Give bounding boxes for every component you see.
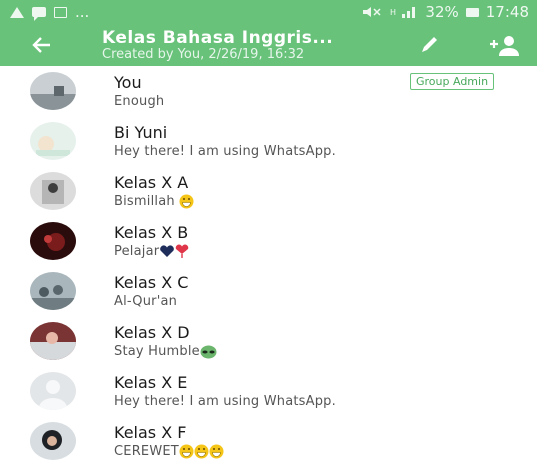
avatar — [30, 272, 76, 310]
participant-name: Kelas X D — [114, 323, 190, 342]
grin-emoji-icon — [209, 444, 224, 459]
status-bar-more: ... — [75, 3, 90, 21]
participant-status: Hey there! I am using WhatsApp. — [114, 144, 336, 159]
avatar — [30, 422, 76, 460]
participant-name: Bi Yuni — [114, 123, 168, 142]
participant-name: Kelas X F — [114, 423, 187, 442]
red-heart-icon — [176, 244, 189, 258]
participant-row[interactable]: You Enough Group Admin — [0, 66, 537, 116]
participant-status: Hey there! I am using WhatsApp. — [114, 394, 336, 409]
participant-status: Pelajar — [114, 244, 189, 259]
avatar — [30, 72, 76, 110]
participant-row[interactable]: Kelas X D Stay Humble — [0, 316, 537, 366]
avatar — [30, 122, 76, 160]
participant-name: Kelas X E — [114, 373, 188, 392]
arrow-left-icon[interactable] — [28, 32, 54, 58]
battery-percent: 32% — [425, 3, 459, 21]
participant-name: You — [114, 73, 142, 92]
person-add-icon[interactable] — [488, 34, 520, 58]
participant-name: Kelas X C — [114, 273, 189, 292]
mute-icon — [363, 7, 381, 17]
warning-icon — [10, 6, 24, 18]
status-text: Stay Humble — [114, 344, 200, 359]
participant-name: Kelas X B — [114, 223, 189, 242]
group-admin-badge: Group Admin — [410, 73, 495, 90]
group-subtitle: Created by You, 2/26/19, 16:32 — [102, 47, 305, 62]
signal-icon: H — [390, 7, 416, 18]
participant-row[interactable]: Kelas X B Pelajar — [0, 216, 537, 266]
status-text: Bismillah — [114, 194, 175, 209]
grin-emoji-icon — [179, 194, 194, 209]
avatar — [30, 322, 76, 360]
svg-text:H: H — [390, 8, 396, 17]
participant-status: Enough — [114, 94, 165, 109]
participant-row[interactable]: Kelas X C Al-Qur'an — [0, 266, 537, 316]
screen-icon — [54, 6, 67, 18]
status-bar-left: ... — [10, 3, 89, 21]
status-text: Pelajar — [114, 244, 160, 259]
avatar — [30, 222, 76, 260]
app-bar: Kelas Bahasa Inggris... Created by You, … — [0, 24, 537, 66]
grin-emoji-icon — [179, 444, 194, 459]
participant-row[interactable]: Bi Yuni Hey there! I am using WhatsApp. — [0, 116, 537, 166]
message-icon — [32, 7, 46, 21]
participant-status: Stay Humble — [114, 344, 217, 359]
clock: 17:48 — [485, 3, 529, 21]
participant-row[interactable]: Kelas X E Hey there! I am using WhatsApp… — [0, 366, 537, 416]
avatar — [30, 172, 76, 210]
battery-icon — [465, 7, 479, 17]
default-avatar-icon — [30, 372, 76, 410]
participant-row[interactable]: Kelas X A Bismillah — [0, 166, 537, 216]
status-text: CEREWET — [114, 444, 179, 459]
status-bar: ... H 32% 17:48 — [0, 0, 537, 24]
navy-heart-icon — [160, 245, 175, 257]
grin-emoji-icon — [194, 444, 209, 459]
pencil-icon[interactable] — [418, 33, 442, 57]
status-bar-right: H 32% 17:48 — [361, 3, 529, 21]
participant-name: Kelas X A — [114, 173, 189, 192]
participant-status: CEREWET — [114, 444, 224, 459]
group-title[interactable]: Kelas Bahasa Inggris... — [102, 28, 333, 48]
alien-emoji-icon — [200, 345, 217, 358]
participant-status: Al-Qur'an — [114, 294, 178, 309]
participant-status: Bismillah — [114, 194, 194, 209]
